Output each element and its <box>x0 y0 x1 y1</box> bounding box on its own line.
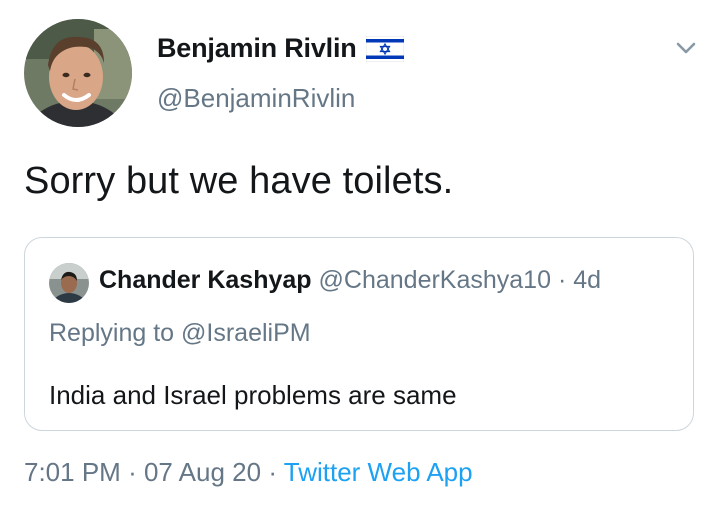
quoted-time[interactable]: 4d <box>573 266 601 294</box>
quoted-display-name[interactable]: Chander Kashyap <box>99 266 312 294</box>
replying-mention[interactable]: @IsraeliPM <box>181 319 311 347</box>
author-display-name[interactable]: Benjamin Rivlin <box>157 33 357 64</box>
tweet-meta: 7:01 PM · 07 Aug 20 · Twitter Web App <box>24 457 473 488</box>
author-avatar[interactable] <box>24 19 132 127</box>
tweet-time[interactable]: 7:01 PM <box>24 457 121 487</box>
quoted-separator: · <box>557 266 567 294</box>
chevron-down-icon[interactable] <box>672 36 700 60</box>
author-name-row: Benjamin Rivlin <box>157 33 404 64</box>
quoted-replying-to: Replying to @IsraeliPM <box>49 319 311 348</box>
israel-flag-icon <box>365 35 404 62</box>
quoted-tweet[interactable]: Chander Kashyap @ChanderKashya10 · 4d Re… <box>24 237 694 431</box>
quoted-text: India and Israel problems are same <box>49 380 457 410</box>
tweet-date[interactable]: 07 Aug 20 <box>144 457 261 487</box>
avatar-photo <box>24 19 132 127</box>
author-handle[interactable]: @BenjaminRivlin <box>157 83 355 114</box>
quoted-author-avatar[interactable] <box>49 263 89 303</box>
tweet-text: Sorry but we have toilets. <box>24 160 454 202</box>
quoted-avatar-photo <box>49 263 89 303</box>
tweet-card: Benjamin Rivlin @BenjaminRivlin Sorry bu… <box>0 0 715 507</box>
tweet-source-link[interactable]: Twitter Web App <box>284 457 473 487</box>
meta-separator: · <box>268 457 277 487</box>
replying-prefix: Replying to <box>49 319 175 347</box>
quoted-handle[interactable]: @ChanderKashya10 <box>319 266 551 294</box>
meta-separator: · <box>128 457 137 487</box>
quoted-header: Chander Kashyap @ChanderKashya10 · 4d <box>99 266 601 295</box>
